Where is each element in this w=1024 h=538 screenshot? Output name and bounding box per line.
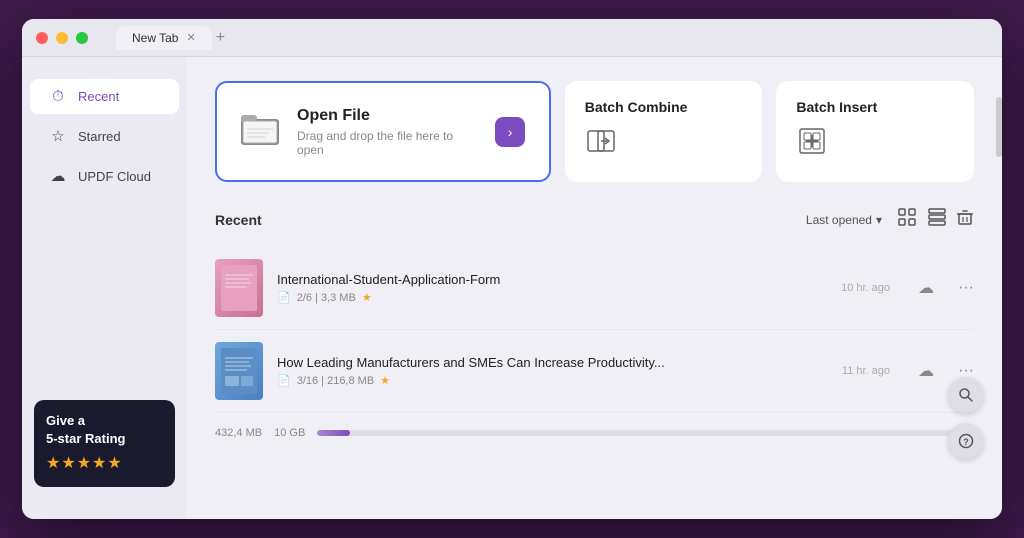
file-name-1: International-Student-Application-Form bbox=[277, 272, 827, 287]
close-button[interactable] bbox=[36, 32, 48, 44]
file-item[interactable]: International-Student-Application-Form 📄… bbox=[215, 247, 974, 330]
fab-area: ? bbox=[948, 377, 984, 459]
open-file-card[interactable]: Open File Drag and drop the file here to… bbox=[215, 81, 551, 182]
main-wrapper: Open File Drag and drop the file here to… bbox=[187, 57, 1002, 519]
sidebar-item-recent[interactable]: ⏱ Recent bbox=[30, 79, 179, 114]
open-file-title: Open File bbox=[297, 107, 479, 125]
grid-view-button[interactable] bbox=[896, 206, 918, 233]
content-area: ⏱ Recent ☆ Starred ☁ UPDF Cloud Give a 5… bbox=[22, 57, 1002, 519]
scrollbar-track[interactable] bbox=[996, 57, 1002, 519]
file-item-2[interactable]: How Leading Manufacturers and SMEs Can I… bbox=[215, 330, 974, 413]
tab-label: New Tab bbox=[132, 31, 178, 45]
rating-stars[interactable]: ★★★★★ bbox=[46, 453, 163, 475]
file-folder-icon bbox=[241, 111, 281, 153]
help-fab[interactable]: ? bbox=[948, 423, 984, 459]
sidebar-bottom: Give a 5-star Rating ★★★★★ bbox=[22, 388, 187, 499]
minimize-button[interactable] bbox=[56, 32, 68, 44]
cloud-upload-icon-1[interactable]: ☁ bbox=[918, 278, 934, 298]
file-info-1: International-Student-Application-Form 📄… bbox=[277, 272, 827, 304]
file-info-2: How Leading Manufacturers and SMEs Can I… bbox=[277, 355, 828, 387]
file-time-2: 11 hr. ago bbox=[842, 365, 890, 377]
file-meta-2: 📄 3/16 | 216,8 MB ★ bbox=[277, 374, 828, 387]
cloud-nav-icon: ☁ bbox=[48, 167, 68, 185]
file-thumbnail-1 bbox=[215, 259, 263, 317]
rating-card[interactable]: Give a 5-star Rating ★★★★★ bbox=[34, 400, 175, 487]
file-page-icon-2: 📄 bbox=[277, 374, 291, 387]
file-list: International-Student-Application-Form 📄… bbox=[215, 247, 974, 413]
file-star-1[interactable]: ★ bbox=[362, 291, 372, 304]
sidebar-item-updf-cloud-label: UPDF Cloud bbox=[78, 169, 151, 184]
sidebar-item-updf-cloud[interactable]: ☁ UPDF Cloud bbox=[30, 158, 179, 194]
batch-insert-card[interactable]: Batch Insert bbox=[776, 81, 974, 182]
storage-total: 10 GB bbox=[274, 427, 305, 439]
maximize-button[interactable] bbox=[76, 32, 88, 44]
titlebar: New Tab ✕ + bbox=[22, 19, 1002, 57]
recent-icon: ⏱ bbox=[48, 88, 68, 105]
file-name-2: How Leading Manufacturers and SMEs Can I… bbox=[277, 355, 828, 370]
sidebar-item-starred[interactable]: ☆ Starred bbox=[30, 118, 179, 154]
sidebar: ⏱ Recent ☆ Starred ☁ UPDF Cloud Give a 5… bbox=[22, 57, 187, 519]
batch-combine-card[interactable]: Batch Combine bbox=[565, 81, 763, 182]
batch-insert-icon bbox=[796, 125, 954, 164]
file-page-icon-1: 📄 bbox=[277, 291, 291, 304]
batch-insert-title: Batch Insert bbox=[796, 99, 954, 115]
sort-button[interactable]: Last opened ▾ bbox=[806, 213, 882, 227]
tab-new-tab[interactable]: New Tab ✕ bbox=[116, 26, 212, 50]
file-time-1: 10 hr. ago bbox=[841, 282, 890, 294]
main-content: Open File Drag and drop the file here to… bbox=[187, 57, 1002, 519]
cards-row: Open File Drag and drop the file here to… bbox=[215, 81, 974, 182]
batch-combine-icon bbox=[585, 125, 743, 164]
tab-close-icon[interactable]: ✕ bbox=[186, 31, 195, 44]
cloud-upload-icon-2[interactable]: ☁ bbox=[918, 361, 934, 381]
storage-bar bbox=[317, 430, 974, 436]
new-tab-button[interactable]: + bbox=[216, 30, 225, 46]
batch-combine-title: Batch Combine bbox=[585, 99, 743, 115]
recent-header: Recent Last opened ▾ bbox=[215, 206, 974, 233]
recent-section: Recent Last opened ▾ bbox=[215, 206, 974, 439]
open-file-arrow[interactable]: › bbox=[495, 117, 524, 147]
sidebar-item-starred-label: Starred bbox=[78, 129, 121, 144]
rating-title: Give a 5-star Rating bbox=[46, 412, 163, 448]
open-file-text: Open File Drag and drop the file here to… bbox=[297, 107, 479, 157]
recent-label: Recent bbox=[215, 212, 806, 228]
search-fab[interactable] bbox=[948, 377, 984, 413]
open-file-subtitle: Drag and drop the file here to open bbox=[297, 129, 479, 157]
list-view-button[interactable] bbox=[926, 206, 948, 233]
svg-text:?: ? bbox=[963, 437, 969, 447]
file-meta-1: 📄 2/6 | 3,3 MB ★ bbox=[277, 291, 827, 304]
storage-bar-row: 432,4 MB 10 GB bbox=[215, 427, 974, 439]
file-star-2[interactable]: ★ bbox=[380, 374, 390, 387]
storage-bar-fill bbox=[317, 430, 350, 436]
starred-icon: ☆ bbox=[48, 127, 68, 145]
scrollbar-thumb[interactable] bbox=[996, 97, 1002, 157]
tab-area: New Tab ✕ + bbox=[116, 26, 225, 50]
file-thumbnail-2 bbox=[215, 342, 263, 400]
delete-button[interactable] bbox=[956, 209, 974, 231]
storage-used: 432,4 MB bbox=[215, 427, 262, 439]
sidebar-item-recent-label: Recent bbox=[78, 89, 119, 104]
more-menu-1[interactable]: ··· bbox=[958, 279, 974, 297]
view-buttons bbox=[896, 206, 974, 233]
